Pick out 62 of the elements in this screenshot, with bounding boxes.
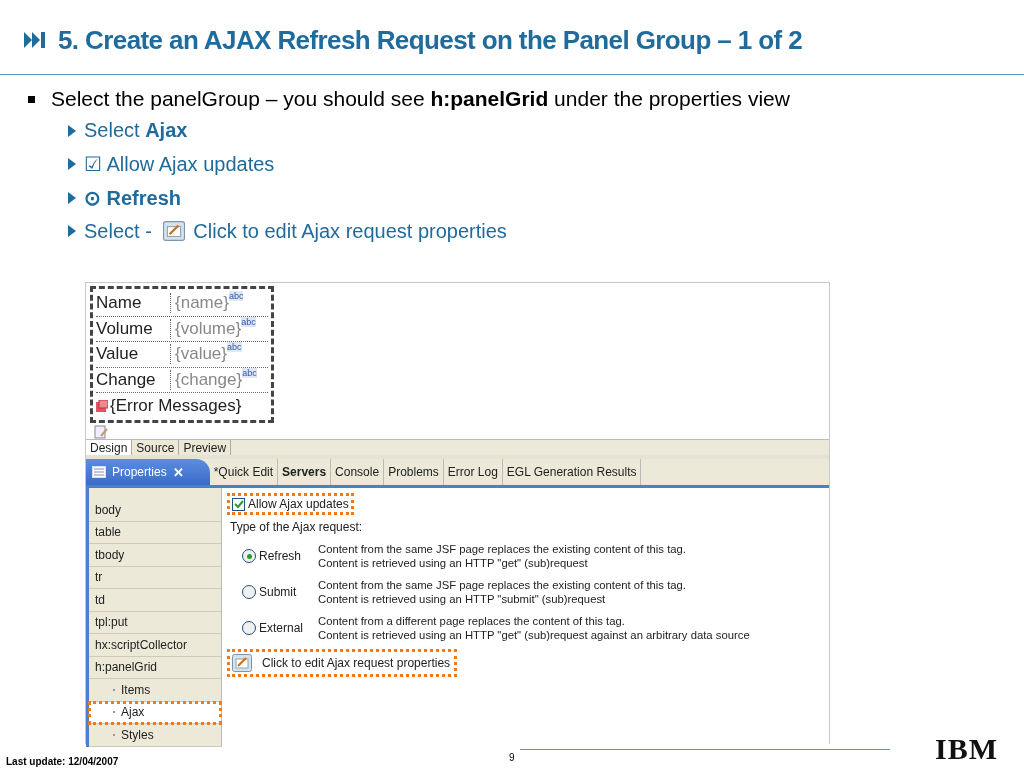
- radio-option[interactable]: Submit: [242, 585, 318, 599]
- bullet-text: Select the panelGroup – you should see h:panelGrid under the properties view: [51, 87, 790, 111]
- tree-item[interactable]: td: [89, 589, 221, 612]
- field-value: {change}: [175, 369, 243, 390]
- option-description: Content from the same JSF page replaces the existing content of this tag.: [318, 578, 686, 592]
- tree-item[interactable]: hx:scriptCollector: [89, 634, 221, 657]
- company-logo: IBM: [935, 732, 998, 766]
- arrow-bullet-icon: [68, 124, 76, 137]
- tab-label: Properties: [112, 465, 167, 479]
- text-badge: abc: [241, 316, 256, 327]
- tree-item[interactable]: tpl:put: [89, 611, 221, 634]
- list-icon: [92, 466, 106, 478]
- text-badge: abc: [227, 342, 242, 353]
- sub-bullet-text: Click to edit Ajax request properties: [193, 219, 507, 243]
- field-label: Volume: [96, 318, 171, 339]
- tree-item[interactable]: Ajax: [121, 705, 145, 720]
- tree-item[interactable]: table: [89, 521, 221, 544]
- edit-properties-link[interactable]: Click to edit Ajax request properties: [230, 652, 455, 674]
- section-label: Type of the Ajax request:: [230, 520, 364, 534]
- close-icon[interactable]: ✕: [172, 464, 184, 480]
- error-icon: [96, 399, 108, 412]
- field-value: {volume}: [175, 318, 242, 339]
- page-icon: [94, 425, 108, 439]
- checkbox[interactable]: [232, 497, 245, 511]
- error-messages: {Error Messages}: [110, 395, 242, 416]
- tree-item[interactable]: body: [89, 499, 221, 522]
- page-number: 9: [509, 752, 515, 763]
- arrow-bullet-icon: [68, 158, 76, 171]
- field-label: Value: [96, 344, 171, 365]
- option-description: Content from a different page replaces the content of this tag.: [318, 614, 626, 628]
- field-label: Name: [96, 293, 171, 314]
- tree-item[interactable]: tbody: [89, 544, 221, 567]
- sub-bullet-text: Select -: [84, 219, 153, 243]
- text-badge: abc: [242, 367, 257, 378]
- field-value: {value}: [175, 344, 227, 365]
- option-description: Content is retrieved using an HTTP "get" (sub)request: [318, 556, 589, 570]
- last-update: Last update: 12/04/2007: [6, 756, 119, 767]
- properties-tab[interactable]: Properties ✕: [86, 459, 210, 485]
- skip-forward-icon: [24, 32, 46, 48]
- field-value: {name}: [175, 293, 229, 314]
- option-description: Content is retrieved using an HTTP "get" (sub)request against an arbitrary data source: [318, 628, 750, 642]
- field-label: Change: [96, 369, 171, 390]
- slide-title: 5. Create an AJAX Refresh Request on the Panel Group – 1 of 2: [58, 24, 803, 56]
- sub-bullet-text: Select Ajax: [84, 119, 188, 143]
- radio-option[interactable]: Refresh: [242, 549, 318, 563]
- sub-bullet-text: ☑ Allow Ajax updates: [84, 152, 275, 177]
- text-badge: abc: [228, 291, 244, 302]
- option-description: Content from the same JSF page replaces the existing content of this tag.: [318, 542, 686, 556]
- sub-bullet-text: ⊙ Refresh: [84, 185, 182, 210]
- tree-item[interactable]: Styles: [121, 727, 154, 742]
- option-description: Content is retrieved using an HTTP "submit" (sub)request: [318, 592, 607, 606]
- editor-tab[interactable]: Design: [86, 440, 133, 455]
- edit-icon: [232, 654, 252, 672]
- radio-option[interactable]: External: [242, 621, 318, 635]
- tree-item[interactable]: Items: [121, 682, 151, 697]
- arrow-bullet-icon: [68, 191, 76, 204]
- tree-item[interactable]: tr: [89, 566, 221, 589]
- bullet-icon: [28, 95, 35, 103]
- checkbox-row[interactable]: Allow Ajax updates: [230, 496, 351, 512]
- tree-item[interactable]: h:panelGrid: [89, 656, 221, 679]
- edit-icon: [163, 221, 186, 242]
- arrow-bullet-icon: [68, 225, 76, 238]
